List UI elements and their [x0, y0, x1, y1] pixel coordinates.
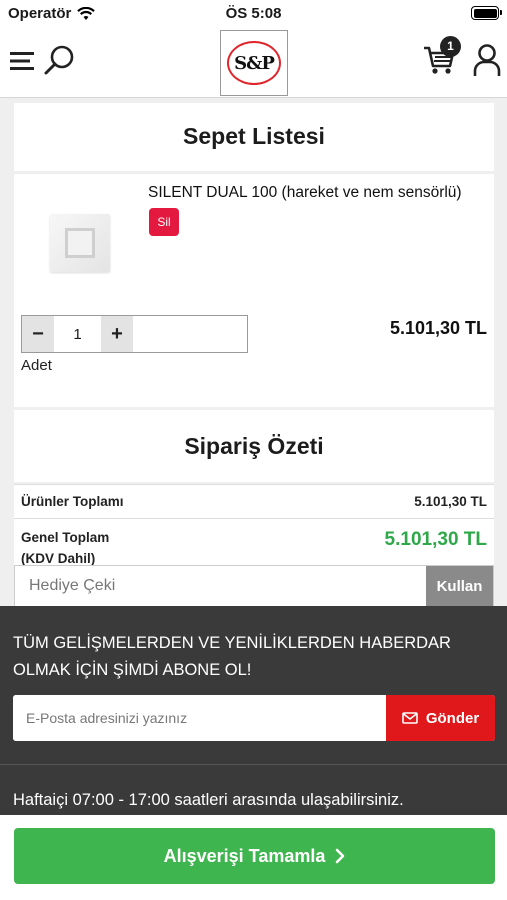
- quantity-label: Adet: [21, 357, 52, 374]
- user-icon[interactable]: [472, 42, 502, 78]
- cart-title-card: Sepet Listesi: [14, 103, 494, 171]
- subtotal-label: Ürünler Toplamı: [21, 494, 124, 509]
- product-name[interactable]: SILENT DUAL 100 (hareket ve nem sensörlü…: [148, 184, 462, 202]
- send-button-label: Gönder: [425, 709, 480, 727]
- cart-item-card: [14, 174, 494, 407]
- summary-title: Sipariş Özeti: [184, 433, 324, 459]
- checkout-button[interactable]: Alışverişi Tamamla: [14, 828, 495, 884]
- item-price: 5.101,30 TL: [389, 318, 487, 338]
- send-button[interactable]: Gönder: [386, 695, 495, 741]
- mail-icon: [402, 712, 418, 724]
- brand-logo[interactable]: S&P: [220, 30, 288, 96]
- coupon-form: Kullan: [14, 565, 494, 607]
- logo-text: S&P: [227, 41, 281, 85]
- app-header: S&P 1: [0, 28, 507, 98]
- quantity-value[interactable]: 1: [54, 316, 101, 352]
- footer-divider: [0, 764, 507, 765]
- search-icon[interactable]: [42, 44, 76, 78]
- product-image[interactable]: [50, 214, 110, 272]
- grand-total-value: 5.101,30 TL: [384, 529, 487, 550]
- status-time: ÖS 5:08: [225, 5, 282, 22]
- apply-coupon-button[interactable]: Kullan: [426, 566, 493, 606]
- subtotal-value: 5.101,30 TL: [414, 494, 487, 509]
- coupon-input[interactable]: [15, 566, 426, 606]
- checkout-button-label: Alışverişi Tamamla: [163, 845, 326, 866]
- screen: Operatör ÖS 5:08 S&P 1 Sepet Listesi SIL…: [0, 0, 507, 900]
- battery-icon: [471, 6, 502, 20]
- grand-total-label: Genel Toplam (KDV Dahil): [21, 527, 109, 569]
- cart-count-badge: 1: [440, 36, 461, 57]
- subtotal-row: Ürünler Toplamı 5.101,30 TL: [14, 484, 494, 518]
- newsletter-text: TÜM GELİŞMELERDEN VE YENİLİKLERDEN HABER…: [13, 634, 451, 679]
- checkout-bar: Alışverişi Tamamla: [0, 815, 507, 900]
- newsletter-form: Gönder: [13, 695, 495, 741]
- decrease-button[interactable]: −: [22, 316, 54, 352]
- summary-title-card: Sipariş Özeti: [14, 410, 494, 482]
- working-hours: Haftaiçi 07:00 - 17:00 saatleri arasında…: [13, 791, 404, 809]
- grand-total-label-line1: Genel Toplam: [21, 530, 110, 545]
- cart-title: Sepet Listesi: [183, 123, 325, 149]
- chevron-right-icon: [336, 848, 345, 864]
- menu-icon[interactable]: [10, 48, 36, 74]
- status-bar: Operatör ÖS 5:08: [0, 0, 507, 28]
- email-input[interactable]: [13, 695, 386, 741]
- quantity-stepper: − 1 +: [21, 315, 248, 353]
- increase-button[interactable]: +: [101, 316, 133, 352]
- delete-button[interactable]: Sil: [149, 208, 179, 236]
- grand-total-row: Genel Toplam (KDV Dahil) 5.101,30 TL: [14, 518, 494, 566]
